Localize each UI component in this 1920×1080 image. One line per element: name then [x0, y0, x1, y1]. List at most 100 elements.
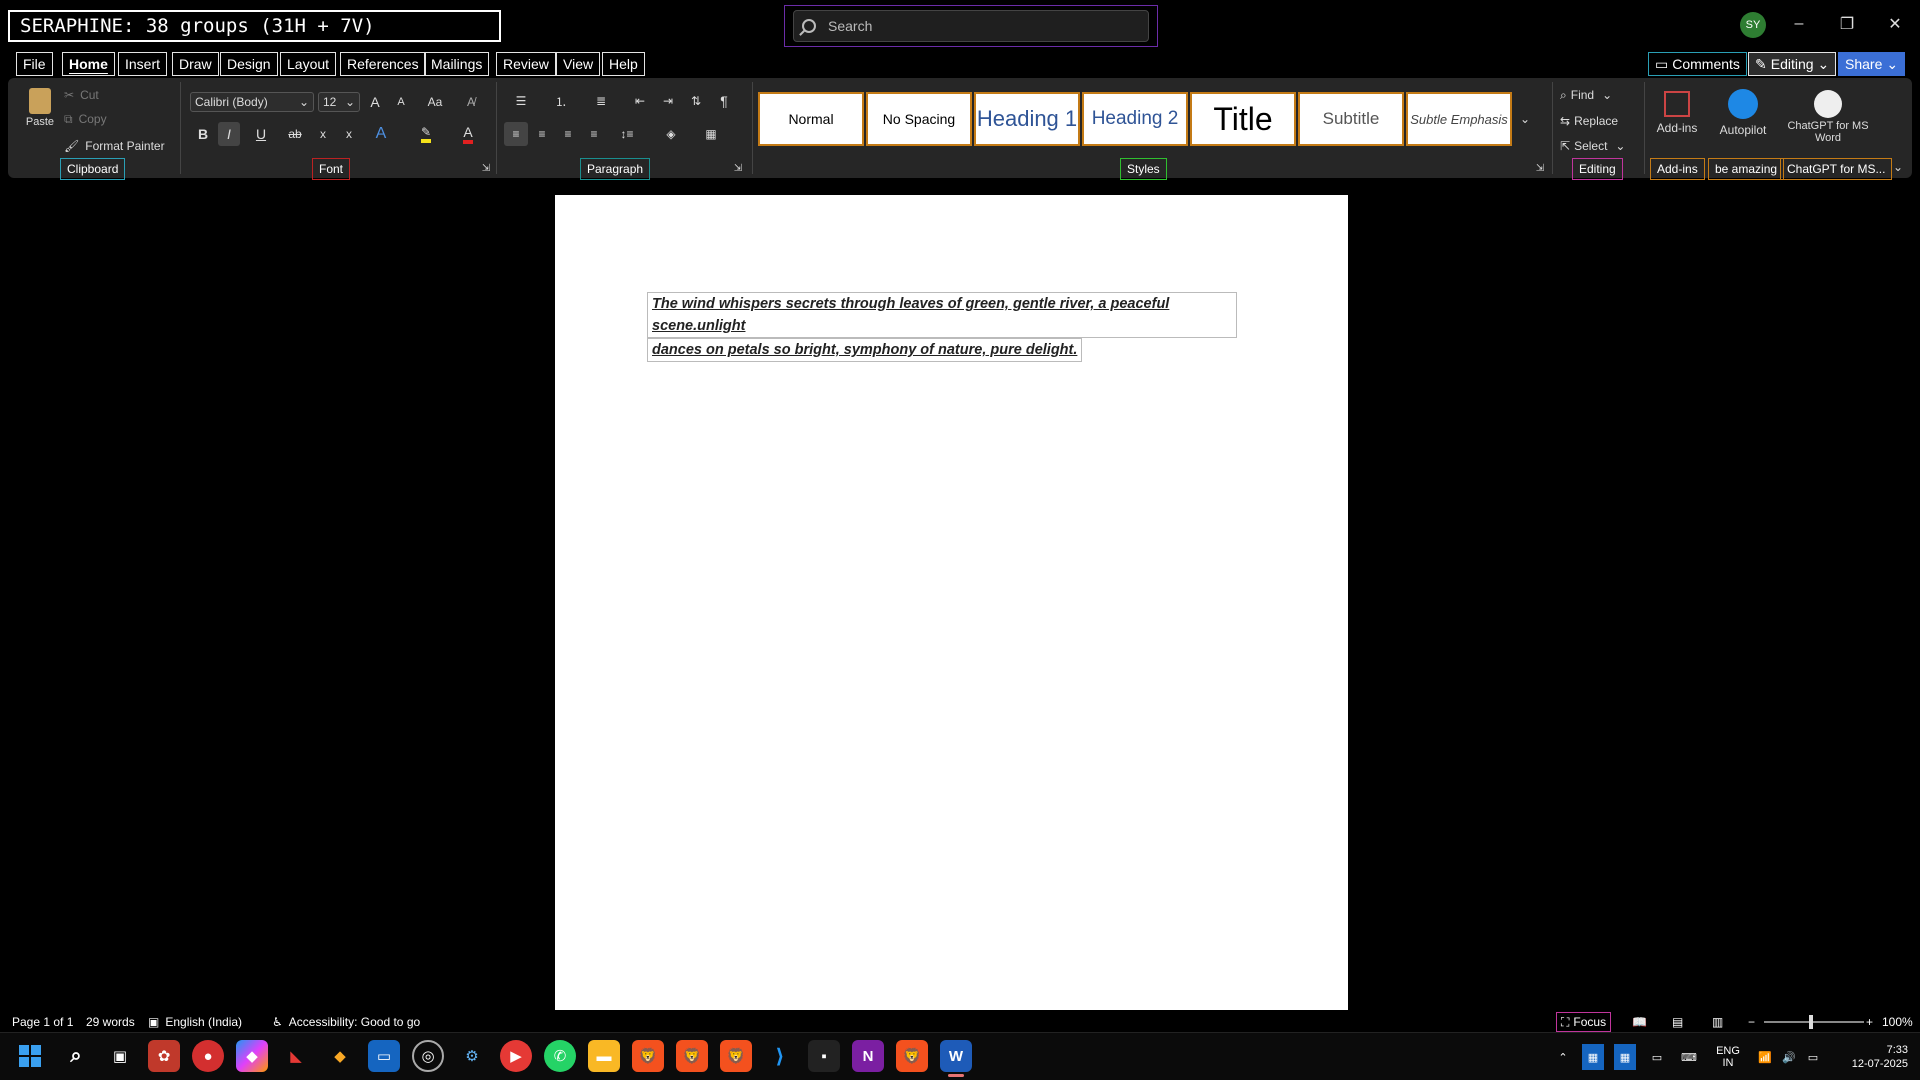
cut-button[interactable]: ✂ Cut [64, 84, 174, 106]
zoom-in-button[interactable]: + [1862, 1012, 1877, 1032]
bold-button[interactable]: B [192, 122, 214, 146]
select-button[interactable]: ⇱ Select ⌄ [1560, 136, 1632, 156]
focus-button[interactable]: ⛶ Focus [1556, 1012, 1612, 1032]
vscode-icon[interactable]: ⟩ [764, 1040, 796, 1072]
print-layout-button[interactable]: ▤ [1668, 1012, 1687, 1032]
decrease-indent-button[interactable]: ⇤ [628, 90, 652, 112]
app-icon-7[interactable]: ▪ [808, 1040, 840, 1072]
youtube-icon[interactable]: ▶ [500, 1040, 532, 1072]
clear-formatting-button[interactable]: A̸ [460, 92, 482, 112]
copy-button[interactable]: ⧉ Copy [64, 108, 174, 130]
restore-button[interactable]: ❐ [1827, 10, 1867, 38]
align-right-button[interactable]: ≡ [556, 122, 580, 146]
copilot-icon[interactable]: ◆ [236, 1040, 268, 1072]
shading-button[interactable]: ◈ [654, 122, 688, 146]
format-painter-button[interactable]: 🖌 Format Painter [64, 136, 174, 156]
shrink-font-button[interactable]: A [390, 92, 412, 112]
align-left-button[interactable]: ≡ [504, 122, 528, 146]
tab-review[interactable]: Review [496, 52, 556, 76]
change-case-button[interactable]: Aa [418, 92, 452, 112]
style-title[interactable]: Title [1190, 92, 1296, 146]
document-line-2[interactable]: dances on petals so bright, symphony of … [647, 338, 1083, 362]
find-button[interactable]: ⌕ Find ⌄ [1560, 84, 1632, 106]
volume-icon[interactable]: 🔊 [1778, 1044, 1800, 1070]
document-text[interactable]: The wind whispers secrets through leaves… [647, 292, 1237, 362]
accessibility-indicator[interactable]: ♿ Accessibility: Good to go [268, 1012, 424, 1032]
underline-button[interactable]: U [246, 122, 276, 146]
input-language-indicator[interactable]: ENG IN [1708, 1044, 1748, 1070]
paragraph-dialog-launcher-icon[interactable]: ⇲ [730, 160, 746, 176]
tab-design[interactable]: Design [220, 52, 278, 76]
tab-references[interactable]: References [340, 52, 426, 76]
text-effects-button[interactable]: A [366, 122, 396, 146]
tray-app-icon-2[interactable]: ▦ [1614, 1044, 1636, 1070]
font-size-dropdown[interactable]: 12 ⌄ [318, 92, 360, 112]
numbering-button[interactable]: ⒈ [544, 90, 578, 112]
font-dialog-launcher-icon[interactable]: ⇲ [478, 160, 494, 176]
language-indicator[interactable]: ▣ English (India) [144, 1012, 246, 1032]
page-count[interactable]: Page 1 of 1 [8, 1012, 77, 1032]
add-ins-button[interactable]: Add-ins [1650, 84, 1704, 142]
brave-icon[interactable]: 🦁 [632, 1040, 664, 1072]
avatar[interactable]: SY [1740, 12, 1766, 38]
zoom-out-button[interactable]: − [1744, 1012, 1759, 1032]
web-layout-button[interactable]: ▥ [1708, 1012, 1727, 1032]
highlight-color-button[interactable]: ✎ [408, 122, 444, 146]
justify-button[interactable]: ≡ [582, 122, 606, 146]
start-icon[interactable] [14, 1040, 46, 1072]
zoom-slider-thumb[interactable] [1809, 1015, 1813, 1029]
brave-icon-3[interactable]: 🦁 [720, 1040, 752, 1072]
wifi-icon[interactable]: 📶 [1754, 1044, 1776, 1070]
word-count[interactable]: 29 words [82, 1012, 139, 1032]
app-icon-1[interactable]: ✿ [148, 1040, 180, 1072]
font-color-button[interactable]: A [450, 122, 486, 146]
minimize-button[interactable]: – [1779, 10, 1819, 38]
app-icon-3[interactable]: ◣ [280, 1040, 312, 1072]
chrome-icon[interactable]: ◎ [412, 1040, 444, 1072]
styles-more-button[interactable]: ⌄ [1516, 92, 1534, 146]
align-center-button[interactable]: ≡ [530, 122, 554, 146]
style-heading-2[interactable]: Heading 2 [1082, 92, 1188, 146]
tab-home[interactable]: Home [62, 52, 115, 76]
read-mode-button[interactable]: 📖 [1628, 1012, 1651, 1032]
line-spacing-button[interactable]: ↕≡ [610, 122, 644, 146]
tray-app-icon-1[interactable]: ▦ [1582, 1044, 1604, 1070]
comments-button[interactable]: ▭ Comments [1648, 52, 1747, 76]
tab-file[interactable]: File [16, 52, 53, 76]
share-button[interactable]: Share ⌄ [1838, 52, 1906, 76]
style-normal[interactable]: Normal [758, 92, 864, 146]
document-line-1[interactable]: The wind whispers secrets through leaves… [647, 292, 1237, 338]
file-explorer-icon[interactable]: ▬ [588, 1040, 620, 1072]
collapse-ribbon-button[interactable]: ⌄ [1888, 158, 1908, 176]
grow-font-button[interactable]: A [364, 92, 386, 112]
tab-help[interactable]: Help [602, 52, 645, 76]
app-icon-6[interactable]: ⚙ [456, 1040, 488, 1072]
editing-mode-dropdown[interactable]: ✎ Editing ⌄ [1748, 52, 1837, 76]
subscript-button[interactable]: x [312, 122, 334, 146]
show-formatting-button[interactable]: ¶ [712, 90, 736, 112]
style-heading-1[interactable]: Heading 1 [974, 92, 1080, 146]
autopilot-button[interactable]: Autopilot [1712, 84, 1774, 142]
tab-view[interactable]: View [556, 52, 601, 76]
style-subtle-emphasis[interactable]: Subtle Emphasis [1406, 92, 1512, 146]
brave-icon-2[interactable]: 🦁 [676, 1040, 708, 1072]
whatsapp-icon[interactable]: ✆ [544, 1040, 576, 1072]
styles-dialog-launcher-icon[interactable]: ⇲ [1532, 160, 1548, 176]
clock[interactable]: 7:33 12-07-2025 [1830, 1044, 1912, 1070]
word-icon[interactable]: W [940, 1040, 972, 1072]
onenote-icon[interactable]: N [852, 1040, 884, 1072]
chatgpt-word-button[interactable]: ChatGPT for MS Word [1780, 84, 1876, 150]
style-subtitle[interactable]: Subtitle [1298, 92, 1404, 146]
borders-button[interactable]: ▦ [694, 122, 728, 146]
increase-indent-button[interactable]: ⇥ [656, 90, 680, 112]
sort-button[interactable]: ⇅ [684, 90, 708, 112]
tab-layout[interactable]: Layout [280, 52, 337, 76]
superscript-button[interactable]: x [338, 122, 360, 146]
tray-app-icon-3[interactable]: ▭ [1646, 1044, 1668, 1070]
task-view-icon[interactable]: ▣ [104, 1040, 136, 1072]
close-button[interactable]: ✕ [1875, 10, 1915, 38]
strikethrough-button[interactable]: ab [282, 122, 308, 146]
app-icon-5[interactable]: ▭ [368, 1040, 400, 1072]
italic-button[interactable]: I [218, 122, 240, 146]
tab-draw[interactable]: Draw [172, 52, 219, 76]
